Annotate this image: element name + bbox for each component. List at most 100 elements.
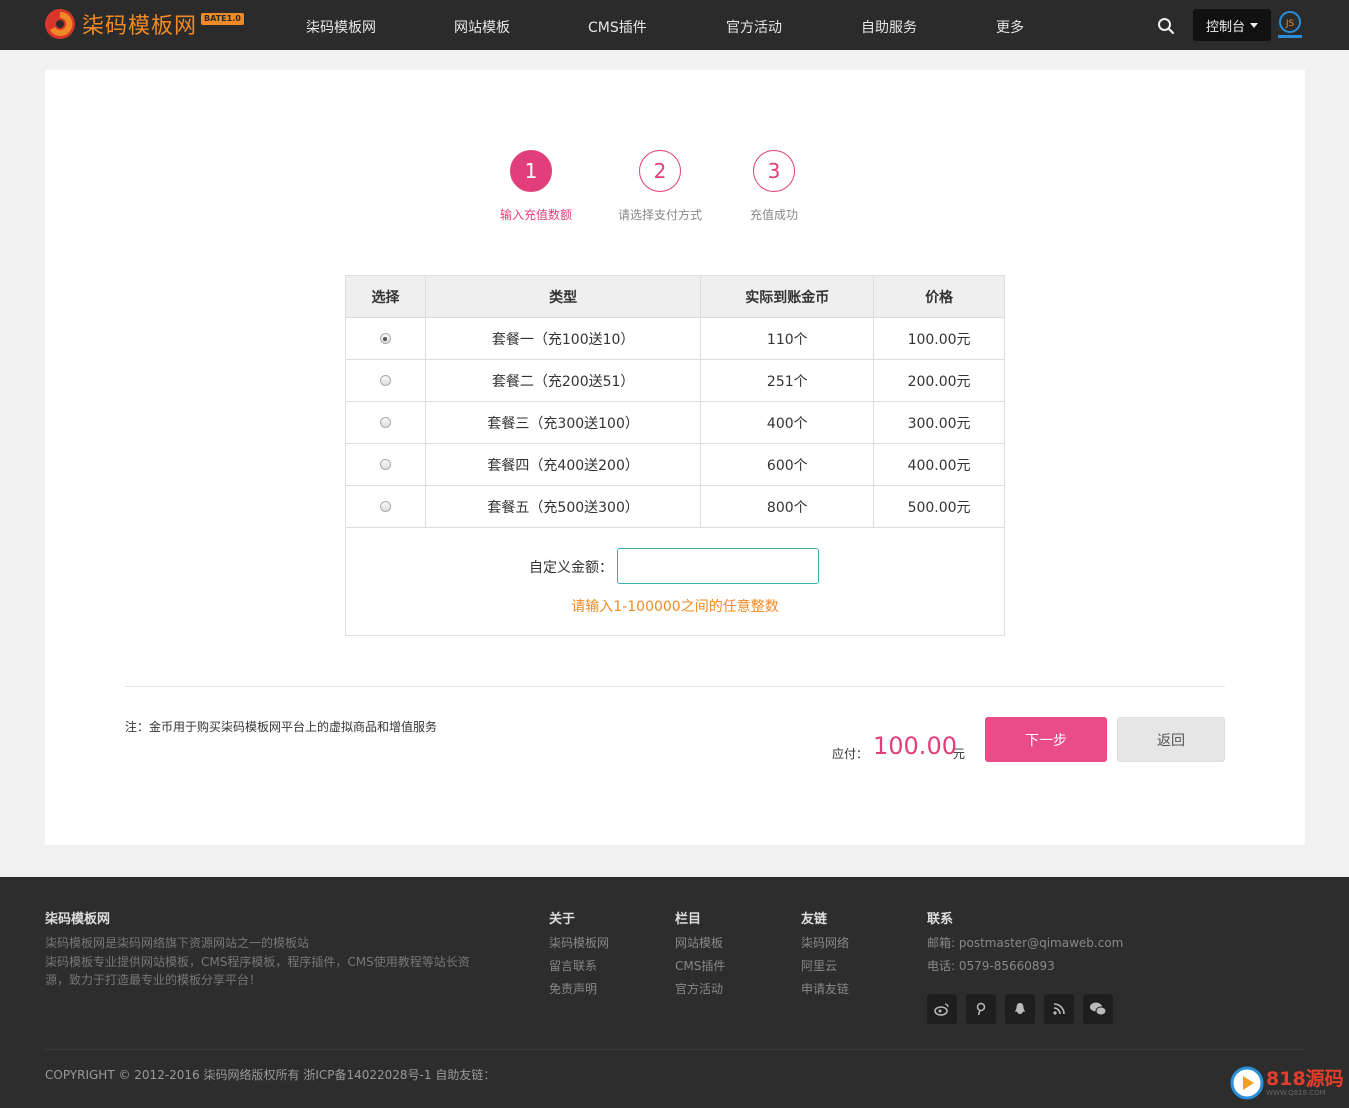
wechat-icon[interactable] — [1083, 994, 1113, 1024]
play-logo-icon — [1230, 1066, 1264, 1100]
plan-radio[interactable] — [379, 417, 391, 428]
custom-amount-label: 自定义金额： — [529, 560, 613, 576]
plan-coins: 800个 — [700, 485, 875, 528]
logo-badge: BATE1.0 — [201, 13, 244, 25]
col-header-coins: 实际到账金币 — [700, 275, 875, 318]
nav-item-more[interactable]: 更多 — [996, 17, 1024, 37]
col-header-select: 选择 — [345, 275, 426, 318]
pinterest-icon[interactable] — [966, 994, 996, 1024]
watermark-text: 818源码 — [1266, 1067, 1344, 1090]
step-1-label: 输入充值数额 — [500, 208, 573, 222]
plan-price: 300.00元 — [873, 401, 1005, 444]
coin-usage-note: 注：金币用于购买柒码模板网平台上的虚拟商品和增值服务 — [125, 720, 438, 734]
footer-brand-desc-1: 柒码模板网是柒码网络旗下资源网站之一的模板站 — [45, 936, 310, 950]
step-2-circle: 2 — [639, 150, 681, 192]
user-avatar[interactable]: JS — [1276, 10, 1304, 40]
pay-unit: 元 — [953, 747, 966, 761]
plan-type: 套餐一（充100送10） — [424, 317, 702, 360]
footer-divider — [45, 1049, 1305, 1050]
logo-text: 柒码模板网 — [82, 14, 198, 39]
plan-radio[interactable] — [379, 375, 391, 386]
footer-brand-desc-3: 源，致力于打造最专业的模板分享平台！ — [45, 973, 262, 987]
step-2-label: 请选择支付方式 — [617, 208, 702, 222]
caret-down-icon — [1250, 22, 1258, 28]
site-footer: 柒码模板网 柒码模板网是柒码网络旗下资源网站之一的模板站 柒码模板专业提供网站模… — [0, 877, 1349, 1108]
step-3: 3 充值成功 — [739, 150, 809, 223]
plan-type: 套餐二（充200送51） — [424, 359, 702, 402]
table-row[interactable]: 套餐一（充100送10） 110个 100.00元 — [345, 317, 1005, 360]
footer-phone: 电话: 0579-85660893 — [927, 959, 1055, 973]
step-1: 1 输入充值数额 — [500, 150, 573, 223]
col-header-price: 价格 — [873, 275, 1005, 318]
footer-col-links-title: 友链 — [801, 912, 828, 927]
footer-col-sections-title: 栏目 — [675, 912, 702, 927]
back-button[interactable]: 返回 — [1117, 717, 1225, 762]
footer-contact-title: 联系 — [927, 912, 954, 927]
footer-link[interactable]: 柒码网络 — [801, 934, 849, 951]
plans-header-row: 选择 类型 实际到账金币 价格 — [345, 275, 1005, 318]
site-watermark: 818源码 WWW.Q818.COM — [1230, 1066, 1344, 1100]
next-step-button[interactable]: 下一步 — [985, 717, 1107, 762]
step-2: 2 请选择支付方式 — [615, 150, 705, 223]
footer-link[interactable]: 网站模板 — [675, 934, 723, 951]
footer-email: 邮箱: postmaster@qimaweb.com — [927, 936, 1124, 950]
step-3-label: 充值成功 — [749, 208, 798, 222]
custom-amount-hint: 请输入1-100000之间的任意整数 — [571, 599, 779, 615]
footer-link[interactable]: 申请友链 — [801, 980, 849, 997]
plan-coins: 110个 — [700, 317, 875, 360]
col-header-type: 类型 — [424, 275, 702, 318]
plan-coins: 600个 — [700, 443, 875, 486]
plan-type: 套餐五（充500送300） — [424, 485, 702, 528]
footer-link[interactable]: 阿里云 — [801, 957, 837, 974]
weibo-icon[interactable] — [927, 994, 957, 1024]
divider — [125, 686, 1225, 687]
nav-item-home[interactable]: 柒码模板网 — [306, 17, 376, 37]
console-dropdown-button[interactable]: 控制台 — [1193, 9, 1271, 41]
footer-brand-title: 柒码模板网 — [45, 912, 111, 927]
plan-radio[interactable] — [379, 333, 391, 344]
plan-radio[interactable] — [379, 459, 391, 470]
plan-price: 400.00元 — [873, 443, 1005, 486]
plan-radio[interactable] — [379, 501, 391, 512]
plan-type: 套餐四（充400送200） — [424, 443, 702, 486]
logo-swirl-icon — [45, 9, 75, 39]
step-3-circle: 3 — [753, 150, 795, 192]
footer-link[interactable]: 免责声明 — [549, 980, 597, 997]
site-logo[interactable]: 柒码模板网 BATE1.0 — [44, 8, 244, 40]
search-icon[interactable] — [1157, 17, 1175, 35]
plans-table: 选择 类型 实际到账金币 价格 套餐一（充100送10） 110个 100.00… — [345, 275, 1005, 528]
pay-amount: 100.00 — [873, 732, 957, 760]
nav-item-cms-plugins[interactable]: CMS插件 — [588, 17, 647, 37]
svg-text:JS: JS — [1285, 19, 1295, 29]
footer-link[interactable]: 留言联系 — [549, 957, 597, 974]
footer-col-about-title: 关于 — [549, 912, 576, 927]
footer-link[interactable]: 官方活动 — [675, 980, 723, 997]
watermark-sub: WWW.Q818.COM — [1266, 1088, 1326, 1097]
plan-coins: 400个 — [700, 401, 875, 444]
nav-item-templates[interactable]: 网站模板 — [454, 17, 510, 37]
plan-price: 500.00元 — [873, 485, 1005, 528]
qq-icon[interactable] — [1005, 994, 1035, 1024]
footer-link[interactable]: CMS插件 — [675, 957, 725, 974]
plan-price: 100.00元 — [873, 317, 1005, 360]
nav-item-events[interactable]: 官方活动 — [726, 17, 782, 37]
plan-price: 200.00元 — [873, 359, 1005, 402]
footer-link[interactable]: 柒码模板网 — [549, 934, 609, 951]
console-label: 控制台 — [1205, 19, 1245, 35]
top-navbar: 柒码模板网 BATE1.0 柒码模板网 网站模板 CMS插件 官方活动 自助服务… — [0, 0, 1349, 50]
table-row[interactable]: 套餐三（充300送100） 400个 300.00元 — [345, 401, 1005, 444]
footer-brand-desc-2: 柒码模板专业提供网站模板，CMS程序模板，程序插件，CMS使用教程等站长资 — [45, 955, 470, 969]
table-row[interactable]: 套餐四（充400送200） 600个 400.00元 — [345, 443, 1005, 486]
table-row[interactable]: 套餐二（充200送51） 251个 200.00元 — [345, 359, 1005, 402]
pay-label: 应付： — [832, 747, 869, 761]
table-row[interactable]: 套餐五（充500送300） 800个 500.00元 — [345, 485, 1005, 528]
custom-amount-input[interactable] — [617, 548, 819, 584]
nav-item-self-service[interactable]: 自助服务 — [861, 17, 917, 37]
custom-amount-section: 自定义金额： 请输入1-100000之间的任意整数 — [345, 527, 1005, 636]
recharge-card: 1 输入充值数额 2 请选择支付方式 3 充值成功 选择 类型 实际到账金币 价… — [45, 70, 1305, 845]
plan-type: 套餐三（充300送100） — [424, 401, 702, 444]
step-1-circle: 1 — [510, 150, 552, 192]
copyright-text: COPYRIGHT © 2012-2016 柒码网络版权所有 浙ICP备1402… — [45, 1068, 496, 1082]
rss-icon[interactable] — [1044, 994, 1074, 1024]
plan-coins: 251个 — [700, 359, 875, 402]
